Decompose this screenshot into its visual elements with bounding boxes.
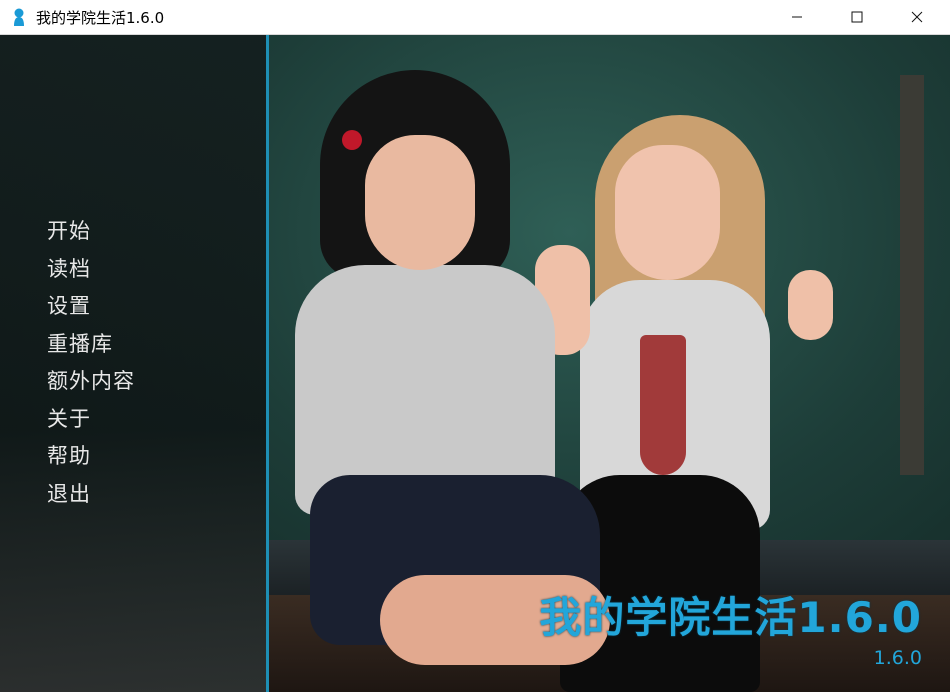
minimize-button[interactable] bbox=[774, 0, 820, 34]
game-logo: 我的学院生活1.6.0 bbox=[539, 593, 922, 642]
close-button[interactable] bbox=[894, 0, 940, 34]
menu-start[interactable]: 开始 bbox=[47, 215, 135, 253]
character-blonde-face bbox=[615, 145, 720, 280]
menu-quit[interactable]: 退出 bbox=[47, 478, 135, 516]
menu-extras[interactable]: 额外内容 bbox=[47, 365, 135, 403]
app-icon bbox=[14, 8, 24, 26]
menu-panel-divider bbox=[266, 35, 269, 692]
menu-help[interactable]: 帮助 bbox=[47, 440, 135, 478]
raised-fist-hand bbox=[788, 270, 833, 340]
menu-about[interactable]: 关于 bbox=[47, 403, 135, 441]
window-title: 我的学院生活1.6.0 bbox=[36, 9, 165, 27]
character-dark-face bbox=[365, 135, 475, 270]
version-label: 1.6.0 bbox=[873, 647, 922, 669]
main-menu: 开始 读档 设置 重播库 额外内容 关于 帮助 退出 bbox=[47, 215, 135, 515]
menu-load[interactable]: 读档 bbox=[47, 253, 135, 291]
hair-ribbon bbox=[342, 130, 362, 150]
window-title-bar: 我的学院生活1.6.0 bbox=[0, 0, 950, 35]
minimize-icon bbox=[792, 16, 802, 18]
character-blonde-tie bbox=[640, 335, 686, 475]
maximize-icon bbox=[851, 11, 863, 23]
chalkboard-frame bbox=[900, 75, 924, 475]
close-icon bbox=[911, 11, 923, 23]
maximize-button[interactable] bbox=[834, 0, 880, 34]
menu-replay-gallery[interactable]: 重播库 bbox=[47, 328, 135, 366]
menu-settings[interactable]: 设置 bbox=[47, 290, 135, 328]
game-screen: 开始 读档 设置 重播库 额外内容 关于 帮助 退出 我的学院生活1.6.0 1… bbox=[0, 35, 950, 692]
